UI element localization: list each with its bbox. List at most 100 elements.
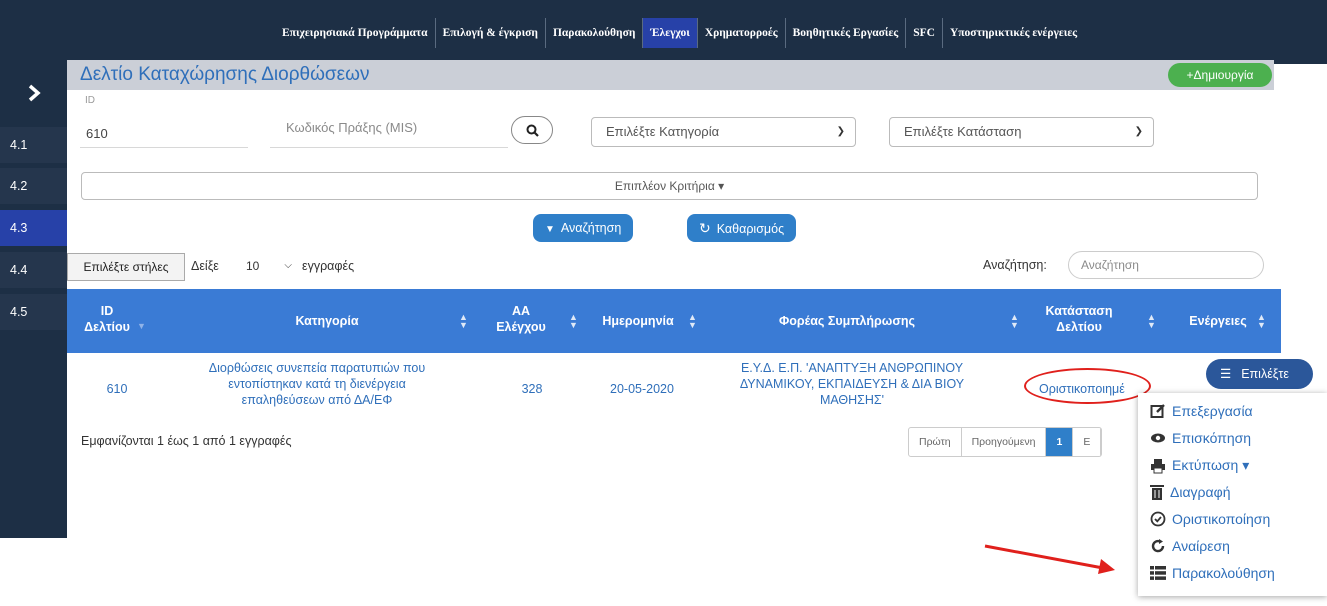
menu-item-undo-label: Αναίρεση — [1172, 538, 1230, 554]
cell-category-line3: επαληθεύσεων από ΔΑ/ΕΦ — [241, 393, 393, 407]
nav-item-cash-flows[interactable]: Χρηματορροές — [696, 18, 785, 48]
menu-item-delete-label: Διαγραφή — [1170, 484, 1231, 500]
chevron-down-icon: ❯ — [1134, 126, 1143, 137]
sort-icon: ▲ ▼ — [569, 312, 578, 330]
sidebar-item-4-5[interactable]: 4.5 — [0, 294, 67, 330]
column-header-status[interactable]: Κατάσταση Δελτίου — [1037, 303, 1121, 335]
menu-item-edit[interactable]: Επεξεργασία — [1150, 403, 1253, 419]
menu-item-print-label: Εκτύπωση ▾ — [1172, 457, 1250, 473]
refresh-icon: ↻ — [699, 220, 711, 236]
annotation-arrow — [984, 544, 1115, 574]
page-size-select[interactable]: 10 ⌵ — [238, 252, 300, 280]
nav-item-sfc[interactable]: SFC — [905, 18, 942, 48]
nav-item-support-actions[interactable]: Υποστηρικτικές ενέργειες — [941, 18, 1084, 48]
cell-agency-line2: ΔΥΝΑΜΙΚΟΥ, ΕΚΠΑΙΔΕΥΣΗ & ΔΙΑ ΒΙΟΥ — [739, 377, 965, 391]
sidebar-item-4-1[interactable]: 4.1 — [0, 127, 67, 163]
menu-item-preview[interactable]: Επισκόπηση — [1150, 430, 1251, 446]
column-header-date[interactable]: Ημερομηνία — [593, 313, 683, 329]
chevron-right-icon — [28, 84, 41, 102]
column-header-audit-number-line1: ΑΑ — [511, 304, 531, 318]
sidebar-item-4-4[interactable]: 4.4 — [0, 252, 67, 288]
eye-icon — [1151, 433, 1165, 443]
menu-item-undo[interactable]: Αναίρεση — [1150, 538, 1230, 554]
menu-item-finalize[interactable]: Οριστικοποίηση — [1150, 511, 1270, 527]
mis-search-button[interactable] — [511, 116, 553, 144]
nav-item-selection-approval[interactable]: Επιλογή & έγκριση — [434, 18, 545, 48]
sort-desc-icon: ▼ — [137, 321, 146, 331]
column-header-id-line1: ID — [100, 304, 114, 318]
category-select-value: Επιλέξτε Κατηγορία — [606, 124, 720, 139]
sort-icon: ▲ ▼ — [688, 312, 697, 330]
clear-button[interactable]: ↻ Καθαρισμός — [687, 214, 797, 242]
table-search-placeholder: Αναζήτηση — [1081, 258, 1139, 272]
pagination-first[interactable]: Πρώτη — [909, 428, 962, 456]
nav-item-operational-programs[interactable]: Επιχειρησιακά Προγράμματα — [275, 18, 435, 48]
pagination: Πρώτη Προηγούμενη 1 Ε — [908, 427, 1103, 457]
cell-id[interactable]: 610 — [97, 381, 137, 397]
row-actions-button[interactable]: ☰ Επιλέξτε — [1206, 359, 1313, 389]
menu-item-monitoring[interactable]: Παρακολούθηση — [1150, 565, 1275, 581]
sidebar-item-4-3[interactable]: 4.3 — [0, 210, 67, 246]
column-header-audit-number-line2: Ελέγχου — [496, 320, 546, 334]
column-header-actions[interactable]: Ενέργειες — [1183, 313, 1253, 329]
chevron-down-icon: ⌵ — [284, 260, 292, 271]
check-circle-icon — [1150, 511, 1166, 527]
table-search-input[interactable]: Αναζήτηση — [1068, 251, 1264, 279]
column-header-agency[interactable]: Φορέας Συμπλήρωσης — [757, 313, 937, 329]
column-header-id[interactable]: ID Δελτίου — [77, 303, 137, 335]
page-title: Δελτίο Καταχώρησης Διορθώσεων — [80, 64, 370, 85]
cell-agency-line3: ΜΑΘΗΣΗΣ' — [819, 393, 885, 407]
search-button[interactable]: ▼ Αναζήτηση — [533, 214, 634, 242]
nav-item-monitoring[interactable]: Παρακολούθηση — [544, 18, 642, 48]
table-search-label: Αναζήτηση: — [983, 258, 1047, 272]
menu-icon: ☰ — [1220, 367, 1232, 381]
table-header: ID Δελτίου ▼ Κατηγορία ▲ ▼ ΑΑ Ελέγχου ▲ ▼ … — [67, 289, 1281, 353]
undo-icon — [1151, 539, 1165, 553]
menu-item-monitoring-label: Παρακολούθηση — [1172, 565, 1275, 581]
column-header-id-line2: Δελτίου — [84, 320, 130, 334]
row-actions-button-label: Επιλέξτε — [1241, 367, 1289, 381]
menu-item-edit-label: Επεξεργασία — [1172, 403, 1253, 419]
column-header-status-line1: Κατάσταση — [1045, 304, 1113, 318]
cell-category-line2: εντοπίστηκαν κατά τη διενέργεια — [228, 377, 406, 391]
status-select[interactable]: Επιλέξτε Κατάσταση ❯ — [889, 117, 1154, 147]
id-label: ID — [85, 95, 95, 106]
column-header-category[interactable]: Κατηγορία — [247, 313, 407, 329]
nav-item-auxiliary-tasks[interactable]: Βοηθητικές Εργασίες — [784, 18, 906, 48]
status-highlight-ellipse — [1024, 368, 1151, 404]
pagination-current[interactable]: 1 — [1046, 428, 1074, 456]
pagination-previous[interactable]: Προηγούμενη — [962, 428, 1047, 456]
cell-audit-number[interactable]: 328 — [512, 381, 552, 397]
menu-item-delete[interactable]: Διαγραφή — [1150, 484, 1230, 500]
nav-item-audits[interactable]: Έλεγχοι — [642, 18, 697, 48]
column-header-audit-number[interactable]: ΑΑ Ελέγχου — [491, 303, 551, 335]
menu-item-print[interactable]: Εκτύπωση ▾ — [1150, 457, 1249, 474]
table-row: 610 Διορθώσεις συνεπεία παρατυπιών που ε… — [67, 353, 1137, 425]
clear-button-label: Καθαρισμός — [716, 222, 785, 236]
cell-category[interactable]: Διορθώσεις συνεπεία παρατυπιών που εντοπ… — [177, 360, 457, 408]
mis-code-field[interactable]: Κωδικός Πράξης (MIS) — [270, 112, 508, 148]
edit-icon — [1150, 404, 1165, 418]
menu-item-finalize-label: Οριστικοποίηση — [1172, 511, 1271, 527]
cell-agency[interactable]: Ε.Υ.Δ. Ε.Π. 'ΑΝΑΠΤΥΞΗ ΑΝΘΡΩΠΙΝΟΥ ΔΥΝΑΜΙΚ… — [707, 360, 997, 408]
table-info: Εμφανίζονται 1 έως 1 από 1 εγγραφές — [81, 434, 292, 448]
id-field-value: 610 — [86, 126, 108, 141]
select-columns-button[interactable]: Επιλέξτε στήλες — [67, 253, 185, 281]
create-button[interactable]: +Δημιουργία — [1168, 63, 1272, 87]
sidebar-toggle-button[interactable] — [0, 64, 67, 122]
cell-date[interactable]: 20-05-2020 — [597, 381, 687, 397]
cell-category-line1: Διορθώσεις συνεπεία παρατυπιών που — [208, 361, 426, 375]
sort-icon: ▲ ▼ — [1010, 312, 1019, 330]
pagination-next[interactable]: Ε — [1073, 428, 1102, 456]
list-icon — [1150, 566, 1166, 580]
show-suffix-label: εγγραφές — [302, 259, 355, 273]
row-actions-dropdown: Επεξεργασία Επισκόπηση Εκτύπωση ▾ Διαγρα… — [1138, 393, 1327, 596]
menu-item-preview-label: Επισκόπηση — [1172, 430, 1252, 446]
id-field[interactable]: 610 — [80, 112, 248, 148]
mis-code-placeholder: Κωδικός Πράξης (MIS) — [286, 120, 418, 135]
more-criteria-toggle[interactable]: Επιπλέον Κριτήρια ▾ — [81, 172, 1258, 200]
category-select[interactable]: Επιλέξτε Κατηγορία ❯ — [591, 117, 856, 147]
chevron-down-icon: ❯ — [836, 126, 845, 137]
sidebar-item-4-2[interactable]: 4.2 — [0, 168, 67, 204]
caret-down-icon: ▼ — [545, 224, 555, 235]
